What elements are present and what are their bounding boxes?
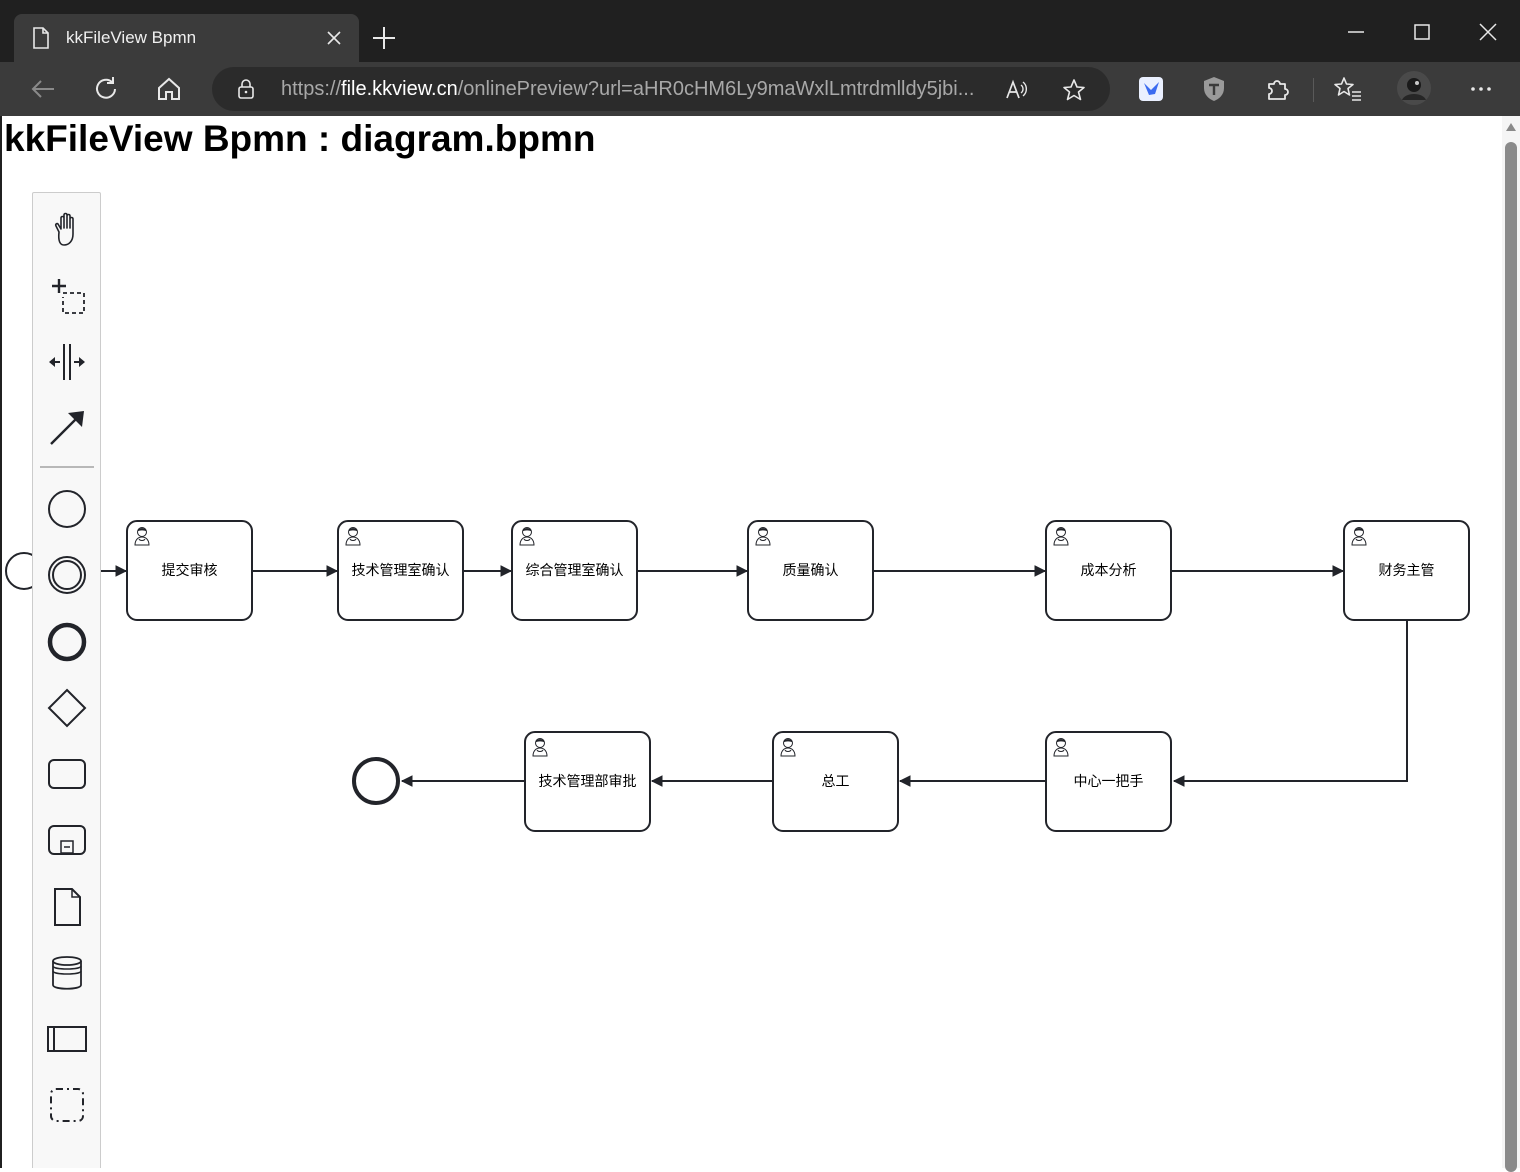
back-arrow-icon[interactable] (28, 74, 58, 104)
task-t4[interactable]: 质量确认 (747, 520, 874, 621)
bpmn-canvas[interactable]: 提交审核 技术管理室确认 综合管理室确认 质量确认 成本分析 财务主管 中心一把… (2, 116, 1502, 1168)
hand-icon (54, 212, 74, 246)
task-label: 质量确认 (783, 563, 839, 579)
toolbar-separator (1313, 78, 1314, 102)
create-gateway[interactable] (42, 683, 92, 733)
end-event-icon (47, 622, 87, 662)
tab-title: kkFileView Bpmn (66, 28, 197, 47)
more-menu-icon[interactable] (1466, 74, 1496, 104)
extension-bird-icon[interactable] (1136, 74, 1166, 104)
bpmn-palette (32, 192, 101, 1168)
address-bar[interactable]: https://file.kkview.cn/onlinePreview?url… (212, 67, 1110, 111)
create-data-object[interactable] (42, 882, 92, 932)
task-t7[interactable]: 中心一把手 (1045, 731, 1172, 832)
create-intermediate-event[interactable] (42, 550, 92, 600)
close-tab-icon[interactable] (323, 27, 345, 49)
lasso-tool[interactable] (42, 271, 92, 321)
read-aloud-icon[interactable] (1004, 78, 1028, 102)
data-store-icon (52, 956, 82, 990)
intermediate-event-icon (48, 556, 86, 594)
task-label: 成本分析 (1081, 563, 1137, 579)
refresh-icon[interactable] (91, 74, 121, 104)
create-start-event[interactable] (42, 484, 92, 534)
lasso-icon (52, 279, 85, 314)
task-t6[interactable]: 财务主管 (1343, 520, 1470, 621)
start-event-icon (48, 490, 86, 528)
vertical-scrollbar[interactable] (1502, 116, 1520, 1172)
create-task[interactable] (42, 749, 92, 799)
extensions-puzzle-icon[interactable] (1263, 74, 1293, 104)
profile-avatar[interactable] (1396, 70, 1432, 106)
page-content: 提交审核 技术管理室确认 综合管理室确认 质量确认 成本分析 财务主管 中心一把… (2, 116, 1502, 1168)
task-label: 中心一把手 (1074, 774, 1144, 790)
minimize-icon[interactable] (1342, 18, 1370, 46)
task-t8[interactable]: 总工 (772, 731, 899, 832)
close-window-icon[interactable] (1474, 18, 1502, 46)
create-end-event[interactable] (42, 617, 92, 667)
data-object-icon (54, 888, 81, 926)
subprocess-icon (48, 825, 86, 855)
browser-tab[interactable]: kkFileView Bpmn (14, 14, 359, 62)
create-pool[interactable] (42, 1014, 92, 1064)
task-t9[interactable]: 技术管理部审批 (524, 731, 651, 832)
create-subprocess[interactable] (42, 815, 92, 865)
group-icon (50, 1088, 84, 1122)
scroll-up-arrow-icon[interactable] (1505, 122, 1517, 132)
favorite-star-icon[interactable] (1062, 78, 1086, 102)
create-data-store[interactable] (42, 948, 92, 998)
extension-shield-icon[interactable] (1199, 74, 1229, 104)
new-tab-icon[interactable] (370, 24, 398, 52)
maximize-icon[interactable] (1408, 18, 1436, 46)
scrollbar-thumb[interactable] (1505, 142, 1517, 1172)
space-tool[interactable] (42, 337, 92, 387)
home-icon[interactable] (154, 74, 184, 104)
page-icon (33, 27, 49, 49)
browser-toolbar: https://file.kkview.cn/onlinePreview?url… (0, 62, 1520, 116)
task-t1[interactable]: 提交审核 (126, 520, 253, 621)
task-t2[interactable]: 技术管理室确认 (337, 520, 464, 621)
space-tool-icon (49, 344, 85, 380)
global-connect-tool[interactable] (42, 403, 92, 453)
gateway-icon (47, 688, 87, 728)
task-label: 技术管理室确认 (352, 562, 450, 579)
end-event[interactable] (352, 757, 400, 805)
task-label: 技术管理部审批 (539, 774, 637, 790)
pool-icon (47, 1026, 87, 1052)
lock-icon[interactable] (236, 79, 256, 99)
palette-separator (40, 466, 94, 468)
task-label: 财务主管 (1379, 563, 1435, 579)
task-label: 提交审核 (162, 562, 218, 579)
page-title: kkFileView Bpmn : diagram.bpmn (4, 118, 596, 159)
create-group[interactable] (42, 1080, 92, 1130)
task-t5[interactable]: 成本分析 (1045, 520, 1172, 621)
task-icon (48, 759, 86, 789)
favorites-list-icon[interactable] (1333, 74, 1363, 104)
url-text[interactable]: https://file.kkview.cn/onlinePreview?url… (281, 78, 974, 101)
browser-title-bar: kkFileView Bpmn (0, 0, 1520, 62)
task-label: 总工 (822, 774, 850, 790)
hand-tool[interactable] (42, 205, 92, 255)
flow-t6-t7 (1172, 621, 1408, 787)
task-t3[interactable]: 综合管理室确认 (511, 520, 638, 621)
task-label: 综合管理室确认 (526, 562, 624, 579)
connect-arrow-icon (50, 411, 84, 445)
